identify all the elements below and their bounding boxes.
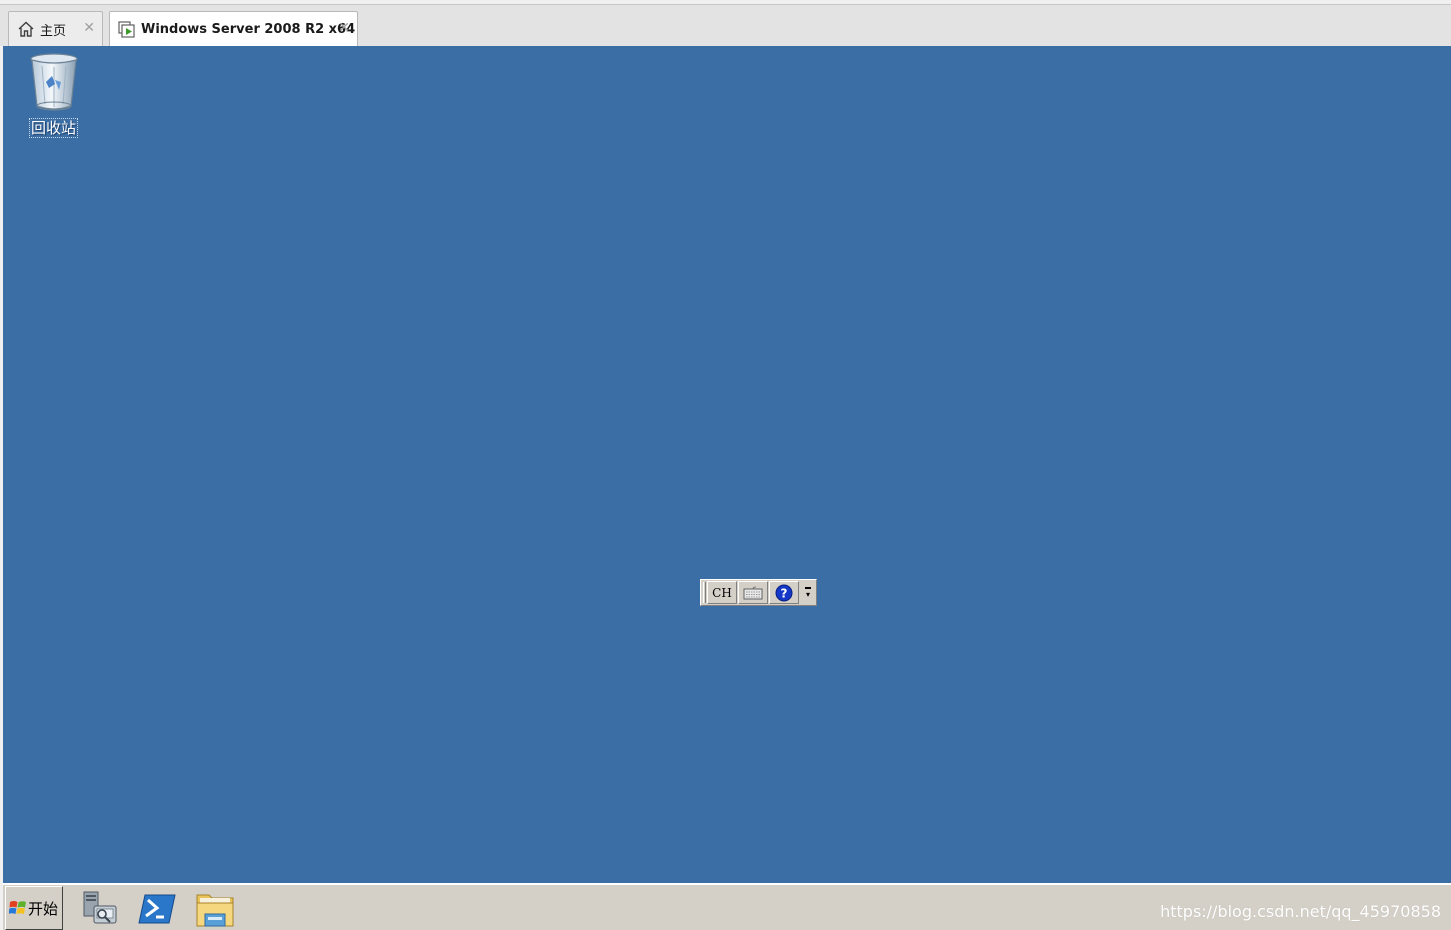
language-button[interactable]: CH — [707, 581, 737, 604]
desktop[interactable]: 回收站 CH ? ▾ — [3, 46, 1451, 883]
vm-play-icon — [118, 20, 136, 39]
tab-bar: 主页 ✕ Windows Server 2008 R2 x64 ✕ — [0, 4, 1451, 47]
recycle-bin-shortcut[interactable]: 回收站 — [25, 52, 83, 138]
tab-home[interactable]: 主页 ✕ — [8, 11, 103, 46]
windows-flag-icon — [9, 901, 26, 914]
server-manager-icon[interactable] — [79, 888, 121, 930]
language-bar-grip[interactable] — [703, 582, 706, 603]
recycle-bin-label: 回收站 — [29, 118, 79, 138]
close-icon[interactable]: ✕ — [338, 20, 350, 36]
tab-home-label: 主页 — [40, 23, 67, 39]
home-icon — [17, 20, 35, 38]
language-bar-options-icon[interactable]: ▾ — [801, 581, 815, 604]
vmware-window: 主页 ✕ Windows Server 2008 R2 x64 ✕ 回收站 CH… — [0, 0, 1451, 930]
start-label: 开始 — [28, 899, 59, 918]
explorer-folder-icon[interactable] — [194, 888, 236, 930]
tab-windows-server-vm[interactable]: Windows Server 2008 R2 x64 ✕ — [109, 11, 358, 47]
tab-vm-label: Windows Server 2008 R2 x64 — [141, 22, 356, 37]
start-button[interactable]: 开始 — [5, 886, 63, 930]
language-bar: CH ? ▾ — [700, 579, 817, 606]
watermark-text: https://blog.csdn.net/qq_45970858 — [1160, 902, 1441, 921]
powershell-icon[interactable] — [136, 888, 178, 930]
recycle-bin-icon — [30, 53, 78, 111]
close-icon[interactable]: ✕ — [83, 20, 95, 36]
chevron-down-icon: ▾ — [805, 590, 810, 599]
keyboard-icon[interactable] — [738, 581, 768, 604]
svg-text:?: ? — [781, 586, 788, 600]
taskbar: 开始 https://blog.csdn.net/qq_45970858 — [3, 883, 1451, 930]
help-icon[interactable]: ? — [769, 581, 799, 604]
